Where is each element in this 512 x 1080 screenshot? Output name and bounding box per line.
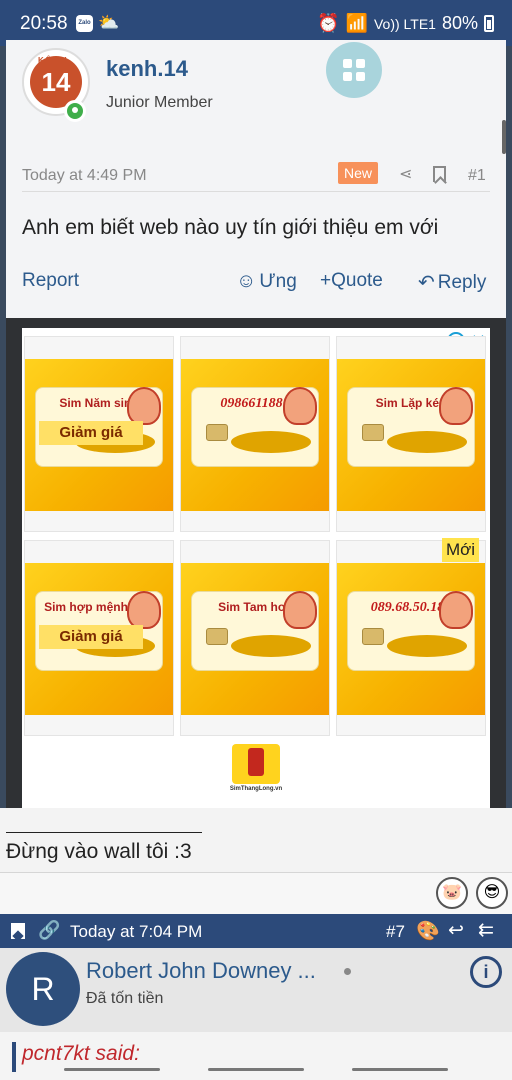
network-label: Vo)) LTE1 bbox=[373, 15, 436, 32]
online-status-icon bbox=[64, 100, 86, 122]
ad-tile-image: Sim Lặp kép bbox=[337, 359, 485, 511]
sim-chip-icon bbox=[206, 628, 228, 645]
status-time: 20:58 bbox=[20, 13, 68, 34]
reaction-bar: 🐷 😎 bbox=[0, 872, 512, 914]
reply-label: Reply bbox=[437, 271, 487, 293]
sim-chip-icon bbox=[362, 628, 384, 645]
signature-divider bbox=[6, 832, 202, 833]
quote-label: +Quote bbox=[320, 270, 383, 291]
scrollbar[interactable] bbox=[502, 120, 506, 154]
mascot-icon bbox=[439, 387, 473, 425]
react-label: Ưng bbox=[259, 270, 297, 292]
ad-tile[interactable]: 0986611881 bbox=[180, 336, 330, 532]
ad-tile-image: Sim hợp mệnh Hỏa Giảm giá bbox=[25, 563, 173, 715]
nav-handle[interactable] bbox=[208, 1068, 304, 1071]
ad-tile-image: Sim Tam hoa bbox=[181, 563, 329, 715]
ad-tile[interactable]: 089.68.50.186 bbox=[336, 540, 486, 736]
signature-area: Đừng vào wall tôi :3 🐷 😎 bbox=[0, 808, 512, 914]
battery-icon bbox=[484, 15, 494, 32]
emoji-icon[interactable]: 😎 bbox=[476, 877, 508, 909]
quote-block: pcnt7kt said: bbox=[0, 1032, 512, 1080]
grid-menu-button[interactable] bbox=[326, 42, 382, 98]
user-title: Junior Member bbox=[106, 94, 213, 111]
bookmark-icon[interactable] bbox=[11, 923, 25, 939]
report-button[interactable]: Report bbox=[22, 270, 79, 292]
gold-icon bbox=[387, 431, 467, 453]
wifi-icon: 📶 bbox=[345, 13, 368, 33]
gold-icon bbox=[231, 635, 311, 657]
gold-icon bbox=[231, 431, 311, 453]
ad-tile-image: 089.68.50.186 bbox=[337, 563, 485, 715]
zalo-icon: Zalo bbox=[76, 15, 93, 32]
reply-icon: ↶ bbox=[418, 272, 435, 294]
reply-button[interactable]: ↶ Reply bbox=[418, 270, 486, 295]
share-icon[interactable]: ⋖ bbox=[399, 164, 412, 184]
post-number[interactable]: #1 bbox=[468, 167, 486, 185]
post-header-bar: 🔗 Today at 7:04 PM #7 🎨 ↩ ⇇ bbox=[0, 914, 512, 948]
mascot-icon bbox=[127, 591, 161, 629]
info-icon[interactable]: i bbox=[470, 956, 502, 988]
react-button[interactable]: ☺ Ưng bbox=[236, 270, 297, 293]
post-timestamp[interactable]: Today at 7:04 PM bbox=[70, 922, 202, 942]
battery-percent: 80% bbox=[441, 13, 478, 33]
pig-emoji-icon[interactable]: 🐷 bbox=[436, 877, 468, 909]
mascot-icon bbox=[283, 387, 317, 425]
quote-author[interactable]: pcnt7kt said: bbox=[22, 1042, 140, 1066]
username[interactable]: Robert John Downey ... bbox=[86, 958, 316, 984]
cloud-sun-icon: ⛅ bbox=[98, 13, 120, 32]
link-icon[interactable]: 🔗 bbox=[38, 920, 60, 941]
quote-bar bbox=[12, 1042, 16, 1072]
sim-logo[interactable]: SimThangLong.vn bbox=[226, 744, 286, 798]
palette-icon[interactable]: 🎨 bbox=[416, 919, 440, 943]
ad-tile[interactable]: Sim Lặp kép bbox=[336, 336, 486, 532]
ad-tile[interactable]: Sim hợp mệnh Hỏa Giảm giá bbox=[24, 540, 174, 736]
status-right: ⏰ 📶 Vo)) LTE1 80% bbox=[317, 13, 494, 34]
mascot-icon bbox=[283, 591, 317, 629]
ad-container[interactable]: i ✕ Sim Năm sinh Giảm giá 0986611881 bbox=[22, 328, 490, 808]
user-info: R Robert John Downey ... Đã tốn tiền i bbox=[0, 948, 512, 1032]
sale-label: Giảm giá bbox=[39, 421, 143, 445]
sim-logo-icon bbox=[232, 744, 280, 784]
new-badge: New bbox=[338, 162, 379, 184]
post-actions: Report ☺ Ưng +Quote ↶ Reply bbox=[22, 268, 492, 298]
mascot-icon bbox=[127, 387, 161, 425]
gold-icon bbox=[387, 635, 467, 657]
post-meta: Today at 4:49 PM New ⋖ #1 bbox=[22, 152, 490, 192]
new-label: Mới bbox=[442, 538, 480, 562]
post-number[interactable]: #7 bbox=[386, 922, 405, 942]
post-message: Anh em biết web nào uy tín giới thiệu em… bbox=[22, 216, 439, 239]
grid-icon bbox=[343, 59, 365, 81]
nav-handle[interactable] bbox=[352, 1068, 448, 1071]
ad-tile-image: 0986611881 bbox=[181, 359, 329, 511]
post-card: KÊNH 14 kenh.14 Junior Member Today at 4… bbox=[6, 40, 506, 318]
ad-tile[interactable]: Sim Tam hoa bbox=[180, 540, 330, 736]
signature-text: Đừng vào wall tôi :3 bbox=[6, 840, 192, 863]
post-timestamp[interactable]: Today at 4:49 PM bbox=[22, 167, 147, 185]
avatar[interactable]: R bbox=[6, 952, 80, 1026]
sim-chip-icon bbox=[206, 424, 228, 441]
username[interactable]: kenh.14 bbox=[106, 56, 188, 82]
reply-all-icon[interactable]: ⇇ bbox=[478, 919, 494, 942]
ad-frame: i ✕ Sim Năm sinh Giảm giá 0986611881 bbox=[6, 318, 506, 808]
user-title: Đã tốn tiền bbox=[86, 990, 164, 1007]
status-dot-icon bbox=[344, 968, 351, 975]
ad-tile[interactable]: Sim Năm sinh Giảm giá bbox=[24, 336, 174, 532]
quote-button[interactable]: +Quote bbox=[320, 270, 383, 292]
bookmark-icon[interactable] bbox=[433, 166, 446, 182]
nav-handle[interactable] bbox=[64, 1068, 160, 1071]
ad-tile-image: Sim Năm sinh Giảm giá bbox=[25, 359, 173, 511]
alarm-icon: ⏰ bbox=[317, 13, 340, 33]
mascot-icon bbox=[439, 591, 473, 629]
sim-chip-icon bbox=[362, 424, 384, 441]
smile-icon: ☺ bbox=[236, 270, 257, 292]
sim-logo-text: SimThangLong.vn bbox=[229, 786, 283, 792]
sale-label: Giảm giá bbox=[39, 625, 143, 649]
reply-icon[interactable]: ↩ bbox=[448, 919, 464, 942]
